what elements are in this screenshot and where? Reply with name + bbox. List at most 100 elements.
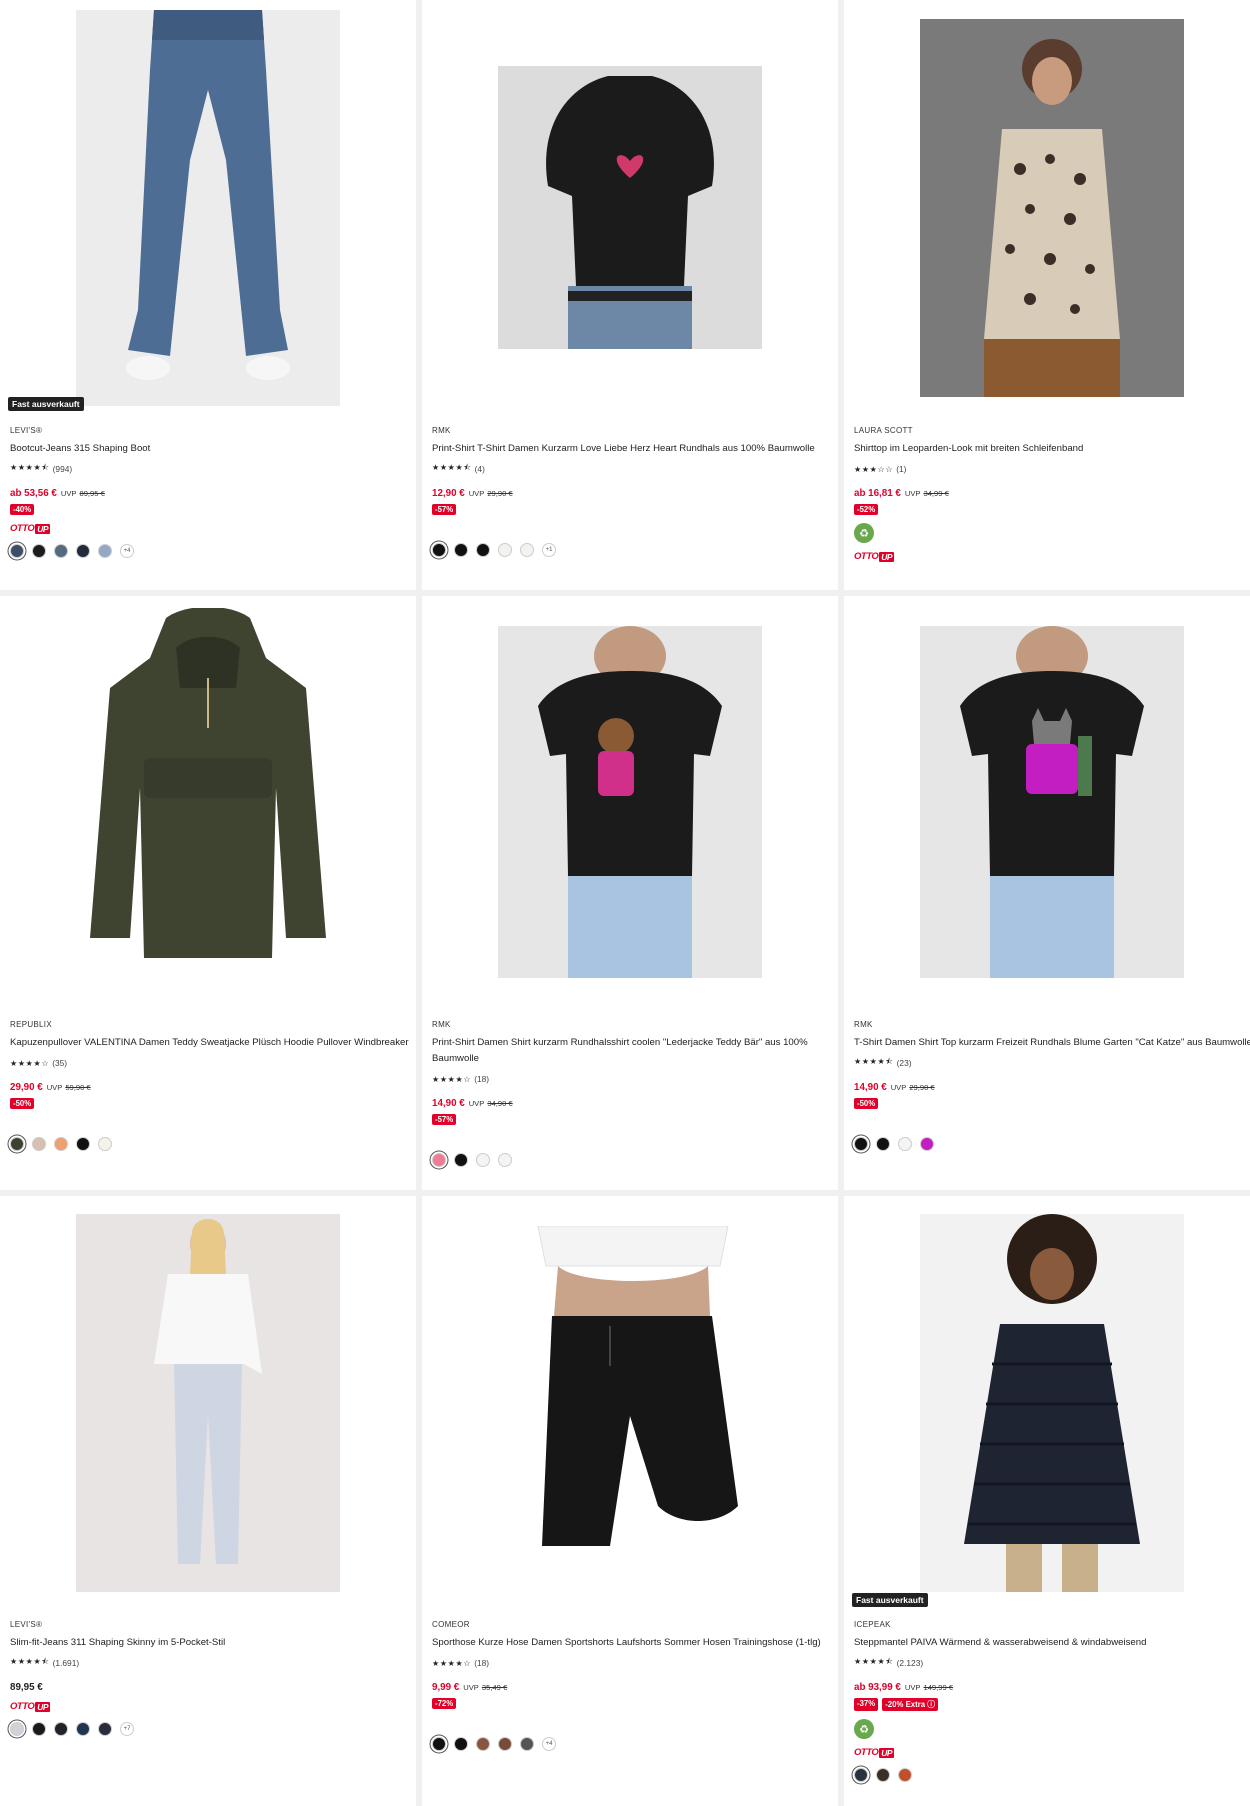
up-label: UP [879, 551, 895, 562]
otto-label: OTTO [854, 551, 879, 562]
color-swatch[interactable] [454, 1737, 468, 1751]
product-image[interactable] [920, 19, 1184, 397]
price-row: 14,90 € UVP 29,90 € [854, 1082, 1246, 1093]
product-card[interactable]: RMK T-Shirt Damen Shirt Top kurzarm Frei… [844, 596, 1250, 1190]
product-image[interactable] [920, 1214, 1184, 1592]
product-brand: LEVI'S® [10, 1620, 43, 1629]
color-swatch[interactable] [454, 1153, 468, 1167]
product-title[interactable]: Sporthose Kurze Hose Damen Sportshorts L… [432, 1635, 834, 1651]
color-swatch[interactable] [498, 1153, 512, 1167]
product-title[interactable]: T-Shirt Damen Shirt Top kurzarm Freizeit… [854, 1035, 1250, 1051]
product-image[interactable] [498, 66, 762, 349]
rating-stars: ★★★★⯪ [854, 1057, 894, 1066]
color-swatch[interactable] [54, 1722, 68, 1736]
product-title[interactable]: Slim-fit-Jeans 311 Shaping Skinny im 5-P… [10, 1635, 412, 1651]
color-swatch[interactable] [854, 1768, 868, 1782]
color-swatch[interactable] [520, 543, 534, 557]
product-image[interactable] [498, 1226, 762, 1578]
color-swatch[interactable] [876, 1768, 890, 1782]
product-price: 29,90 € [10, 1082, 43, 1093]
color-swatch[interactable] [54, 1137, 68, 1151]
color-swatch[interactable] [10, 544, 24, 558]
rating-stars: ★★★★⯪ [10, 1657, 50, 1666]
extra-discount-badge[interactable]: -20% Extra ⓘ [882, 1698, 939, 1711]
price-row: 9,99 € UVP 35,49 € [432, 1682, 834, 1693]
color-swatch[interactable] [876, 1137, 890, 1151]
color-swatch[interactable] [32, 1722, 46, 1736]
more-colors-button[interactable]: +4 [542, 1737, 556, 1751]
product-card[interactable]: Fast ausverkauft ICEPEAK Steppmantel PAI… [844, 1196, 1250, 1806]
product-card[interactable]: RMK Print-Shirt T-Shirt Damen Kurzarm Lo… [422, 0, 838, 590]
product-title[interactable]: Print-Shirt Damen Shirt kurzarm Rundhals… [432, 1035, 834, 1067]
color-swatch[interactable] [476, 1153, 490, 1167]
product-card[interactable]: LAURA SCOTT Shirttop im Leoparden-Look m… [844, 0, 1250, 590]
rating: ★★★★☆ (18) [432, 1657, 834, 1669]
color-swatch[interactable] [54, 544, 68, 558]
leaf-icon[interactable]: ♻ [854, 523, 874, 543]
color-swatch[interactable] [432, 1153, 446, 1167]
more-colors-button[interactable]: +1 [542, 543, 556, 557]
product-image[interactable] [76, 10, 340, 406]
color-swatch[interactable] [520, 1737, 534, 1751]
price-row: ab 16,81 € UVP 34,99 € [854, 488, 1246, 499]
color-swatch[interactable] [454, 543, 468, 557]
color-swatch[interactable] [32, 544, 46, 558]
product-card[interactable]: RMK Print-Shirt Damen Shirt kurzarm Rund… [422, 596, 838, 1190]
product-title[interactable]: Kapuzenpullover VALENTINA Damen Teddy Sw… [10, 1035, 412, 1051]
color-swatch[interactable] [10, 1137, 24, 1151]
product-price: ab 16,81 € [854, 488, 901, 499]
color-swatch[interactable] [98, 1722, 112, 1736]
otto-up-logo: OTTO UP [854, 1747, 1246, 1758]
product-brand: COMEOR [432, 1620, 470, 1629]
rating-count: (18) [474, 1658, 490, 1668]
color-swatch[interactable] [76, 544, 90, 558]
tshirt-cat-icon [920, 626, 1184, 978]
color-swatch[interactable] [898, 1137, 912, 1151]
product-card[interactable]: COMEOR Sporthose Kurze Hose Damen Sports… [422, 1196, 838, 1806]
rating-count: (2.123) [896, 1658, 924, 1668]
discount-badge: -50% [854, 1098, 879, 1109]
product-brand: RMK [432, 426, 451, 435]
product-image[interactable] [76, 1214, 340, 1592]
low-stock-badge: Fast ausverkauft [8, 397, 84, 411]
color-swatch[interactable] [10, 1722, 24, 1736]
color-swatch[interactable] [98, 544, 112, 558]
more-colors-button[interactable]: +4 [120, 544, 134, 558]
product-title[interactable]: Shirttop im Leoparden-Look mit breiten S… [854, 441, 1246, 457]
product-image[interactable] [920, 626, 1184, 978]
product-title[interactable]: Steppmantel PAIVA Wärmend & wasserabweis… [854, 1635, 1246, 1651]
uvp-label: UVP [468, 489, 485, 498]
jeans-icon [76, 10, 340, 406]
puffer-coat-icon [920, 1214, 1184, 1592]
color-swatch[interactable] [476, 1737, 490, 1751]
more-colors-button[interactable]: +7 [120, 1722, 134, 1736]
color-swatch[interactable] [76, 1722, 90, 1736]
color-swatch[interactable] [498, 543, 512, 557]
leaf-icon[interactable]: ♻ [854, 1719, 874, 1739]
color-swatch[interactable] [854, 1137, 868, 1151]
up-label: UP [35, 1701, 51, 1712]
tshirt-heart-icon [498, 66, 762, 349]
color-swatch[interactable] [98, 1137, 112, 1151]
color-swatch[interactable] [898, 1768, 912, 1782]
product-title[interactable]: Bootcut-Jeans 315 Shaping Boot [10, 441, 412, 457]
color-swatch[interactable] [432, 543, 446, 557]
uvp-label: UVP [904, 489, 921, 498]
product-image[interactable] [76, 608, 340, 1000]
color-swatches: +4 [432, 1737, 834, 1751]
price-row: ab 53,56 € UVP 89,95 € [10, 488, 412, 499]
color-swatches [10, 1137, 412, 1151]
color-swatch[interactable] [498, 1737, 512, 1751]
color-swatch[interactable] [920, 1137, 934, 1151]
product-image[interactable] [498, 626, 762, 978]
color-swatch[interactable] [32, 1137, 46, 1151]
color-swatches [854, 1768, 1246, 1782]
product-grid: Fast ausverkauft LEVI'S® Bootcut-Jeans 3… [0, 0, 1250, 1806]
product-card[interactable]: Fast ausverkauft LEVI'S® Bootcut-Jeans 3… [0, 0, 416, 590]
color-swatch[interactable] [432, 1737, 446, 1751]
color-swatch[interactable] [476, 543, 490, 557]
product-card[interactable]: LEVI'S® Slim-fit-Jeans 311 Shaping Skinn… [0, 1196, 416, 1806]
product-title[interactable]: Print-Shirt T-Shirt Damen Kurzarm Love L… [432, 441, 834, 457]
product-card[interactable]: REPUBLIX Kapuzenpullover VALENTINA Damen… [0, 596, 416, 1190]
color-swatch[interactable] [76, 1137, 90, 1151]
